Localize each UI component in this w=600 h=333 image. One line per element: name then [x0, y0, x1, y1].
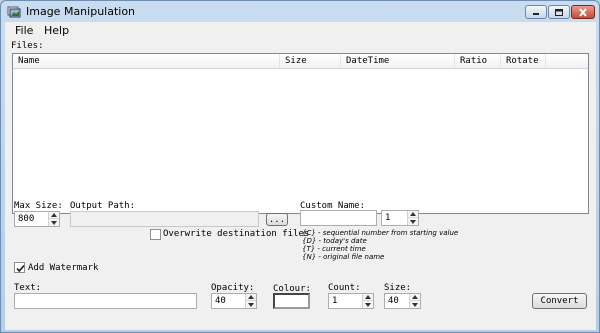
title-bar[interactable]: Image Manipulation — [1, 1, 599, 23]
arrow-up-icon — [410, 212, 416, 216]
counter-down-button[interactable] — [408, 218, 418, 225]
maximize-button[interactable] — [548, 5, 570, 19]
count-arrows — [362, 294, 373, 308]
menu-file[interactable]: File — [15, 24, 33, 37]
overwrite-label: Overwrite destination files — [163, 229, 310, 239]
counter-stepper[interactable]: 1 — [381, 210, 419, 226]
opacity-stepper[interactable]: 40 — [211, 293, 257, 309]
client-area: File Help Files: Name Size DateTime Rati… — [5, 22, 596, 330]
column-header-name[interactable]: Name — [13, 54, 280, 69]
count-down-button[interactable] — [363, 301, 373, 308]
files-list[interactable]: Name Size DateTime Ratio Rotate — [12, 53, 589, 214]
colour-swatch[interactable] — [273, 293, 310, 309]
count-value: 1 — [332, 296, 338, 306]
counter-value: 1 — [385, 213, 391, 223]
custom-name-help-d: {D} - today's date — [302, 237, 367, 245]
add-watermark-label: Add Watermark — [28, 263, 99, 273]
column-header-datetime[interactable]: DateTime — [341, 54, 455, 69]
counter-up-button[interactable] — [408, 211, 418, 218]
arrow-down-icon — [248, 302, 254, 307]
custom-name-field[interactable] — [300, 210, 377, 226]
close-button[interactable] — [571, 5, 595, 19]
opacity-up-button[interactable] — [246, 294, 256, 301]
overwrite-checkbox[interactable] — [150, 229, 161, 240]
column-header-ratio[interactable]: Ratio — [455, 54, 501, 69]
files-list-body[interactable] — [13, 70, 588, 213]
count-up-button[interactable] — [363, 294, 373, 301]
menu-bar: File Help — [5, 22, 596, 38]
max-size-stepper[interactable]: 800 — [14, 211, 60, 227]
size-arrows — [409, 294, 420, 308]
arrow-up-icon — [365, 295, 371, 299]
watermark-text-field[interactable] — [14, 293, 197, 309]
custom-name-help-c: {C} - sequential number from starting va… — [302, 229, 459, 237]
count-label: Count: — [328, 283, 361, 293]
files-list-header: Name Size DateTime Ratio Rotate — [13, 54, 588, 69]
output-path-field[interactable] — [70, 211, 259, 227]
size-label: Size: — [384, 283, 412, 293]
column-header-size[interactable]: Size — [280, 54, 341, 69]
custom-name-help-t: {T} - current time — [302, 245, 366, 253]
output-path-label: Output Path: — [70, 201, 136, 211]
arrow-down-icon — [410, 219, 416, 224]
arrow-up-icon — [248, 295, 254, 299]
opacity-label: Opacity: — [211, 283, 255, 293]
menu-help[interactable]: Help — [44, 24, 69, 37]
opacity-arrows — [245, 294, 256, 308]
arrow-up-icon — [412, 295, 418, 299]
arrow-up-icon — [51, 213, 57, 217]
opacity-down-button[interactable] — [246, 301, 256, 308]
checkmark-icon — [16, 264, 25, 273]
minimize-icon — [533, 13, 539, 15]
count-stepper[interactable]: 1 — [328, 293, 374, 309]
app-window: Image Manipulation File Help Files: Name… — [0, 0, 600, 333]
size-up-button[interactable] — [410, 294, 420, 301]
size-stepper[interactable]: 40 — [384, 293, 421, 309]
size-value: 40 — [388, 296, 399, 306]
custom-name-help-n: {N} - original file name — [302, 253, 385, 261]
close-icon — [579, 7, 587, 17]
minimize-button[interactable] — [525, 5, 547, 19]
app-icon — [7, 5, 21, 19]
size-down-button[interactable] — [410, 301, 420, 308]
max-size-label: Max Size: — [14, 201, 63, 211]
files-label: Files: — [11, 41, 44, 51]
max-size-arrows — [48, 212, 59, 226]
window-title: Image Manipulation — [26, 5, 136, 18]
column-header-rotate[interactable]: Rotate — [501, 54, 546, 69]
counter-arrows — [407, 211, 418, 225]
opacity-value: 40 — [215, 296, 226, 306]
max-size-down-button[interactable] — [49, 219, 59, 226]
max-size-up-button[interactable] — [49, 212, 59, 219]
convert-button[interactable]: Convert — [532, 293, 587, 309]
arrow-down-icon — [412, 302, 418, 307]
add-watermark-checkbox[interactable] — [14, 262, 25, 273]
watermark-text-label: Text: — [14, 283, 42, 293]
browse-button[interactable]: ... — [266, 213, 288, 226]
arrow-down-icon — [365, 302, 371, 307]
max-size-value: 800 — [18, 214, 35, 224]
maximize-icon — [555, 8, 563, 16]
arrow-down-icon — [51, 220, 57, 225]
